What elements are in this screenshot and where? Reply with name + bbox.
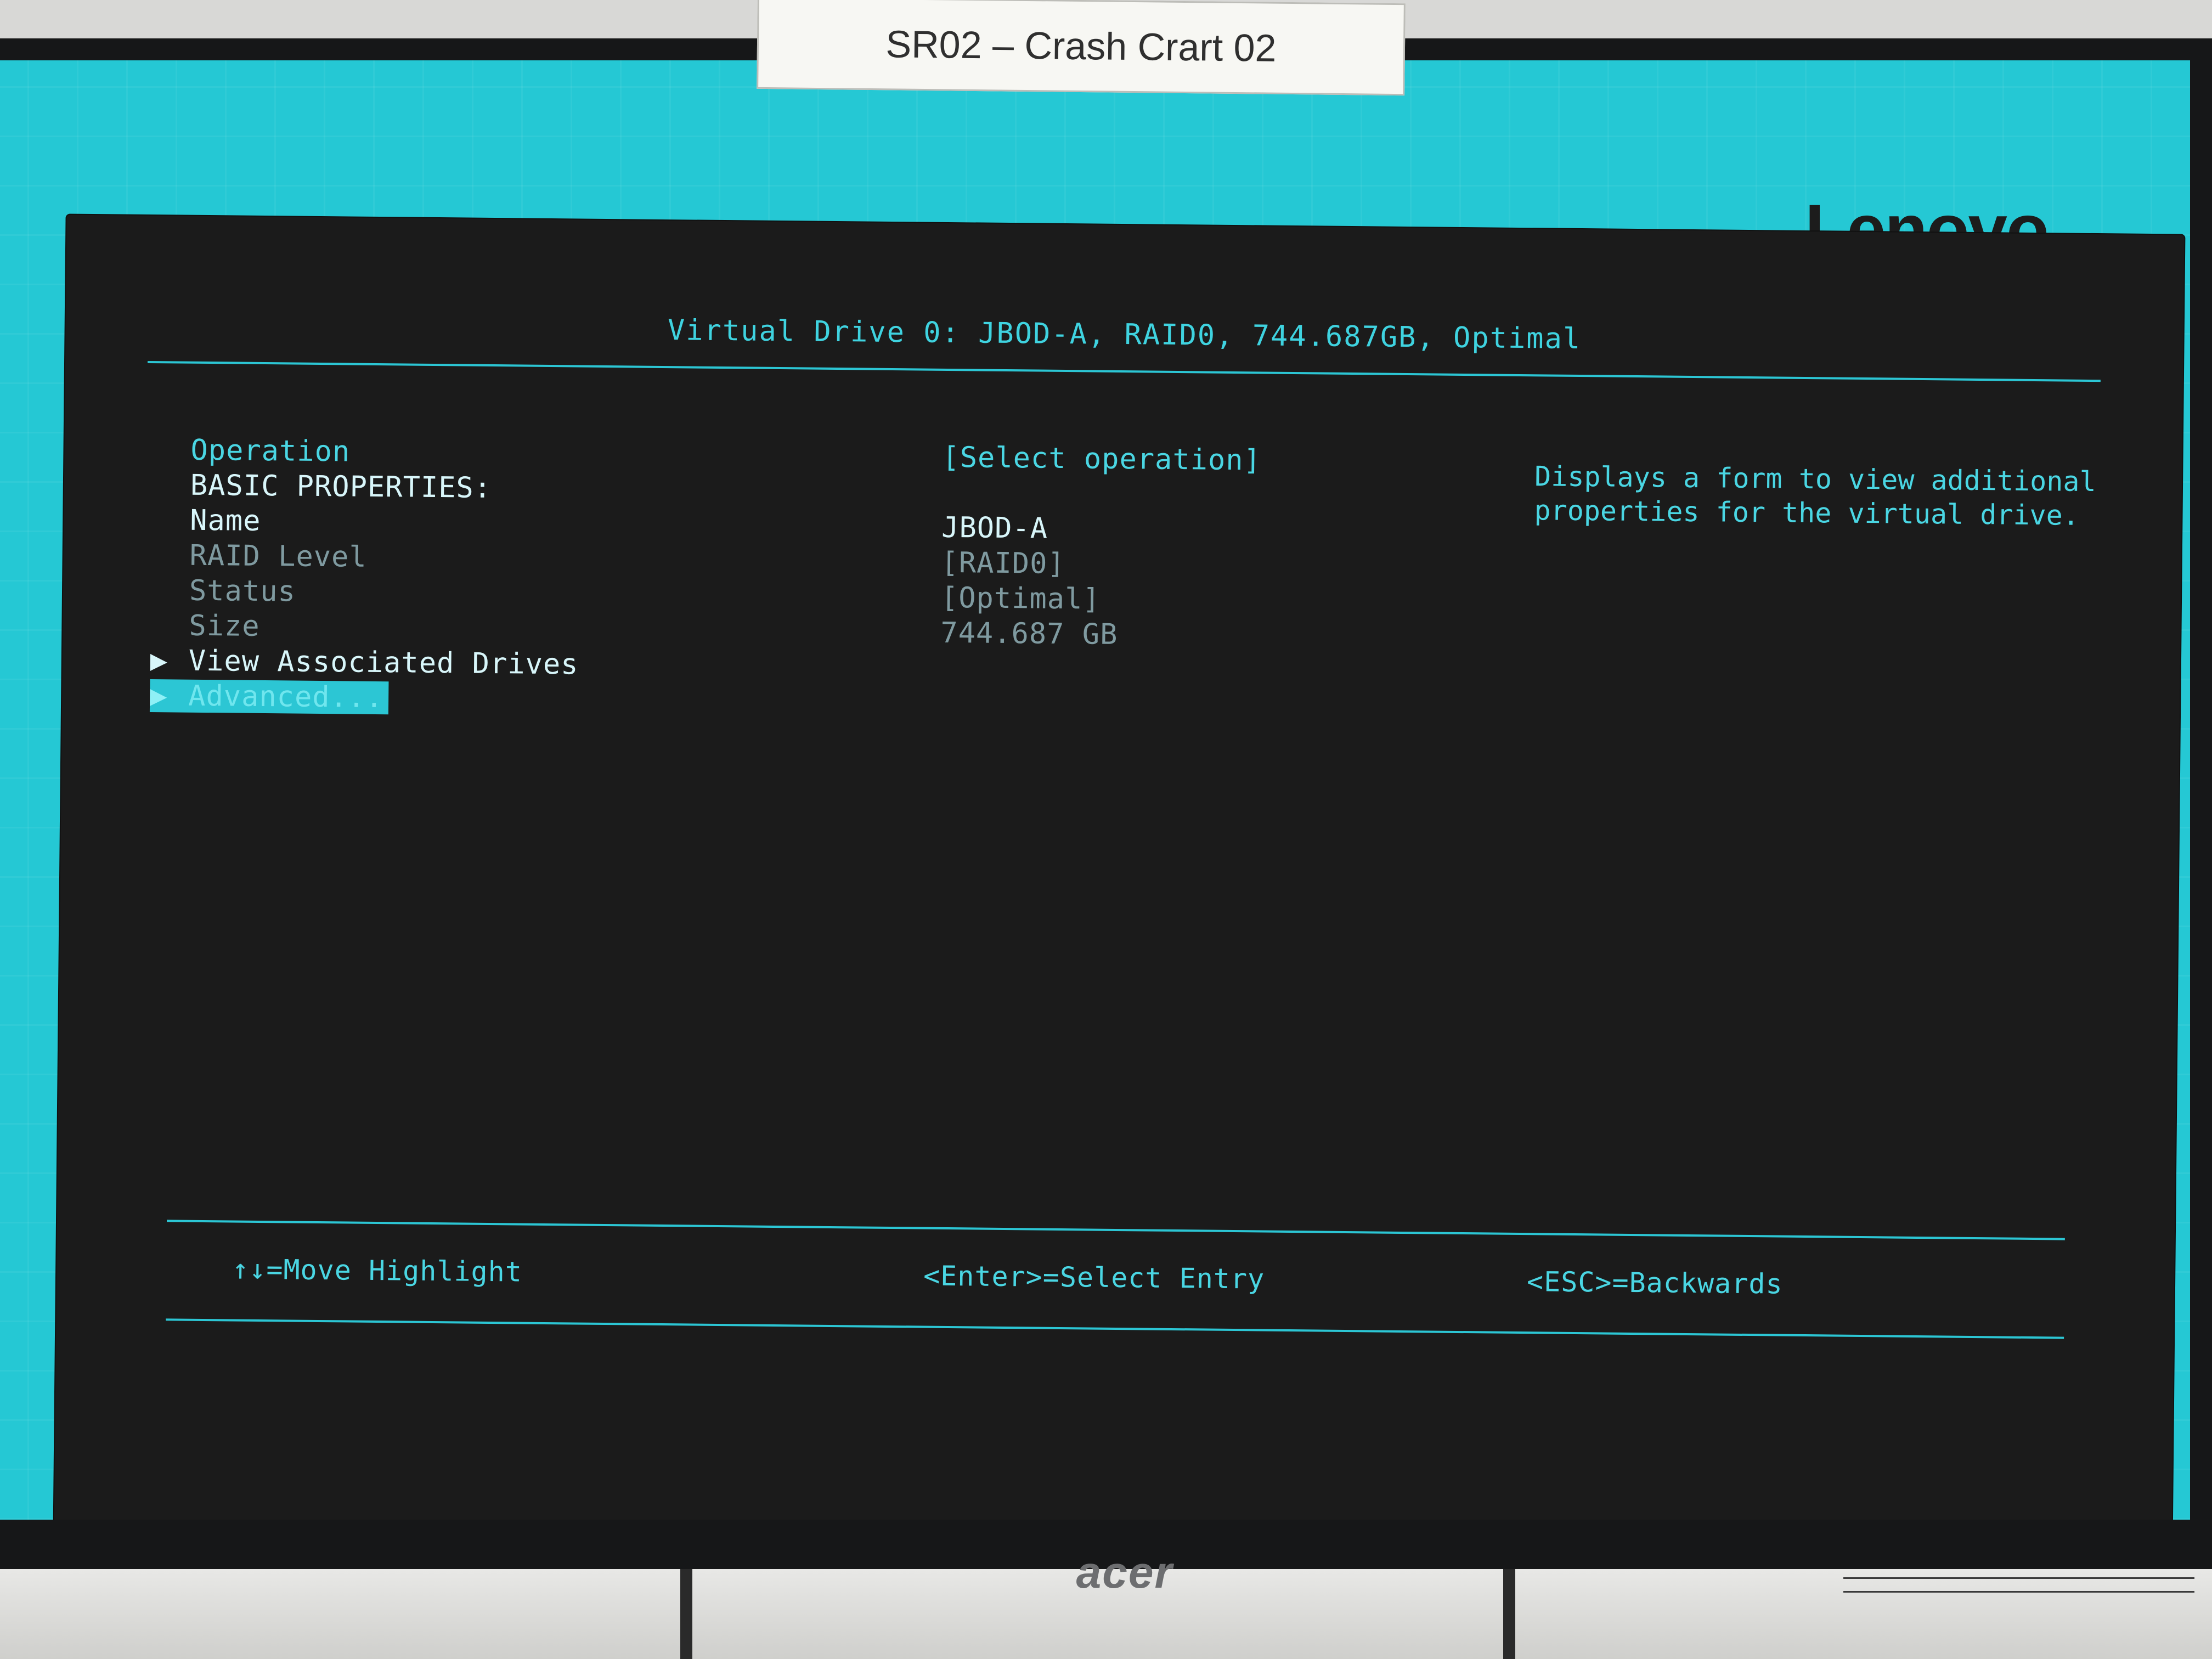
value-status: [Optimal]: [940, 581, 1101, 616]
monitor-stand-right: [1503, 1569, 1515, 1659]
value-name: JBOD-A: [941, 511, 1048, 545]
bios-setup-panel: Virtual Drive 0: JBOD-A, RAID0, 744.687G…: [54, 215, 2185, 1520]
menu-item-advanced[interactable]: ▶ Advanced...: [149, 678, 902, 720]
triangle-right-icon: ▶: [149, 679, 168, 713]
triangle-right-icon: ▶: [150, 644, 168, 678]
value-raid-level: [RAID0]: [941, 546, 1066, 581]
tape-label: SR02 – Crash Crart 02: [757, 0, 1406, 96]
page-title: Virtual Drive 0: JBOD-A, RAID0, 744.687G…: [667, 314, 1582, 356]
key-hint-esc: <ESC>=Backwards: [1526, 1266, 1783, 1300]
monitor-control-buttons[interactable]: [1843, 1577, 2194, 1593]
key-hint-enter: <Enter>=Select Entry: [923, 1260, 1265, 1295]
menu-labels: Operation BASIC PROPERTIES: Name RAID Le…: [149, 433, 904, 720]
monitor-stand: [680, 1569, 692, 1659]
footer-divider-bottom: [166, 1318, 2064, 1339]
operation-select[interactable]: [Select operation]: [942, 440, 1491, 481]
key-help-bar: ↑↓=Move Highlight <Enter>=Select Entry <…: [57, 1251, 2174, 1310]
label-raid-level: RAID Level: [189, 539, 368, 574]
monitor-brand-logo: acer: [1076, 1548, 1173, 1598]
monitor-screen: Lenovo Virtual Drive 0: JBOD-A, RAID0, 7…: [0, 60, 2190, 1520]
menu-item-label: Advanced...: [188, 679, 383, 715]
menu-values: [Select operation] JBOD-A [RAID0] [Optim…: [940, 440, 1491, 656]
help-text: Displays a form to view additional prope…: [1534, 460, 2096, 532]
menu-item-label: View Associated Drives: [188, 644, 579, 681]
monitor-bezel: Lenovo Virtual Drive 0: JBOD-A, RAID0, 7…: [0, 38, 2212, 1598]
title-divider: [148, 360, 2101, 382]
selection-highlight: ▶ Advanced...: [149, 679, 389, 715]
footer-divider-top: [166, 1220, 2065, 1240]
key-hint-move: ↑↓=Move Highlight: [232, 1253, 523, 1288]
section-heading-basic-properties: BASIC PROPERTIES:: [190, 469, 492, 505]
value-size: 744.687 GB: [940, 616, 1118, 651]
